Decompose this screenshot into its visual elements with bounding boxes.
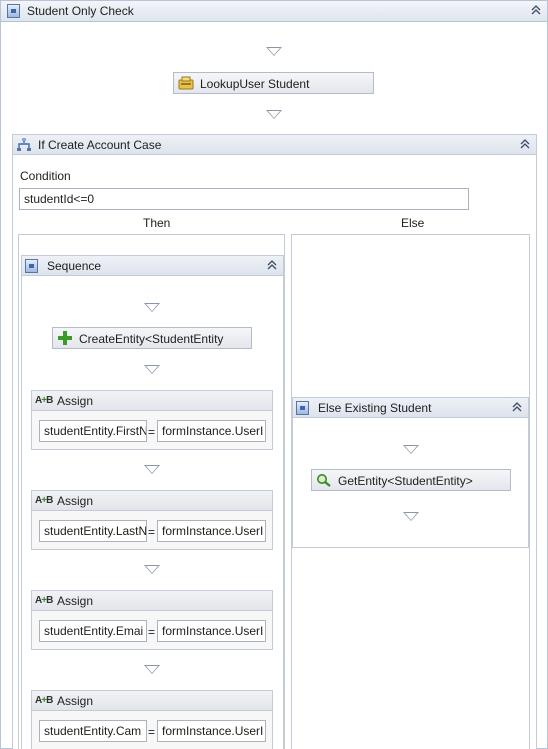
if-header[interactable]: If Create Account Case: [13, 135, 536, 155]
assign-icon: A+B: [35, 495, 53, 506]
get-entity-label: GetEntity<StudentEntity>: [338, 474, 473, 488]
assign-to-input[interactable]: studentEntity.FirstN: [39, 420, 147, 442]
assign-to-input[interactable]: studentEntity.Emai: [39, 620, 147, 642]
then-label: Then: [143, 216, 171, 230]
else-sequence-header[interactable]: Else Existing Student: [293, 398, 528, 418]
sequence-header[interactable]: Sequence: [22, 256, 283, 276]
assign-header[interactable]: A+B Assign: [32, 691, 272, 711]
assign-header[interactable]: A+B Assign: [32, 591, 272, 611]
if-title: If Create Account Case: [38, 138, 162, 152]
collapse-icon[interactable]: [265, 259, 279, 273]
assign-to-input[interactable]: studentEntity.Cam: [39, 720, 147, 742]
assign-equals: =: [148, 625, 156, 639]
assign-icon: A+B: [35, 695, 53, 706]
drop-target-arrow[interactable]: [403, 512, 419, 521]
assign-title: Assign: [57, 694, 94, 708]
drop-target-arrow[interactable]: [144, 465, 160, 474]
assign-activity[interactable]: A+B Assign studentEntity.LastN = formIns…: [31, 490, 273, 550]
drop-target-arrow[interactable]: [144, 665, 160, 674]
sequence-icon: [25, 259, 38, 273]
assign-title: Assign: [57, 494, 94, 508]
database-icon: [178, 76, 194, 90]
assign-header[interactable]: A+B Assign: [32, 391, 272, 411]
assign-icon: A+B: [35, 595, 53, 606]
drop-target-arrow[interactable]: [144, 365, 160, 374]
assign-equals: =: [148, 525, 156, 539]
assign-activity[interactable]: A+B Assign studentEntity.Emai = formInst…: [31, 590, 273, 650]
else-sequence-title: Else Existing Student: [318, 401, 432, 415]
sequence-icon: [7, 4, 20, 18]
assign-value-input[interactable]: formInstance.UserI: [157, 420, 266, 442]
magnifier-icon: [316, 473, 332, 487]
lookup-user-label: LookupUser Student: [200, 77, 310, 91]
assign-to-input[interactable]: studentEntity.LastN: [39, 520, 147, 542]
plus-icon: [57, 331, 73, 345]
assign-value-input[interactable]: formInstance.UserI: [157, 520, 266, 542]
drop-target-arrow[interactable]: [144, 565, 160, 574]
condition-input[interactable]: studentId<=0: [19, 188, 469, 210]
drop-target-arrow[interactable]: [403, 445, 419, 454]
lookup-user-activity[interactable]: LookupUser Student: [173, 72, 374, 94]
condition-label: Condition: [20, 169, 71, 183]
branch-icon: [16, 138, 32, 152]
assign-equals: =: [148, 725, 156, 739]
outer-sequence-title: Student Only Check: [27, 4, 134, 18]
assign-title: Assign: [57, 594, 94, 608]
collapse-icon[interactable]: [510, 401, 524, 415]
drop-target-arrow[interactable]: [144, 303, 160, 312]
collapse-icon[interactable]: [518, 138, 532, 152]
assign-activity[interactable]: A+B Assign studentEntity.FirstN = formIn…: [31, 390, 273, 450]
assign-icon: A+B: [35, 395, 53, 406]
sequence-title: Sequence: [47, 259, 102, 273]
sequence-icon: [296, 401, 309, 415]
assign-value-input[interactable]: formInstance.UserI: [157, 720, 266, 742]
outer-sequence-header[interactable]: Student Only Check: [1, 1, 547, 22]
drop-target-arrow[interactable]: [266, 47, 282, 56]
get-entity-activity[interactable]: GetEntity<StudentEntity>: [311, 469, 511, 491]
create-entity-label: CreateEntity<StudentEntity: [79, 332, 224, 346]
else-label: Else: [401, 216, 425, 230]
assign-activity[interactable]: A+B Assign studentEntity.Cam = formInsta…: [31, 690, 273, 749]
drop-target-arrow[interactable]: [266, 110, 282, 119]
assign-title: Assign: [57, 394, 94, 408]
assign-equals: =: [148, 425, 156, 439]
collapse-icon[interactable]: [529, 4, 543, 18]
create-entity-activity[interactable]: CreateEntity<StudentEntity: [52, 327, 252, 349]
assign-value-input[interactable]: formInstance.UserI: [157, 620, 266, 642]
assign-header[interactable]: A+B Assign: [32, 491, 272, 511]
